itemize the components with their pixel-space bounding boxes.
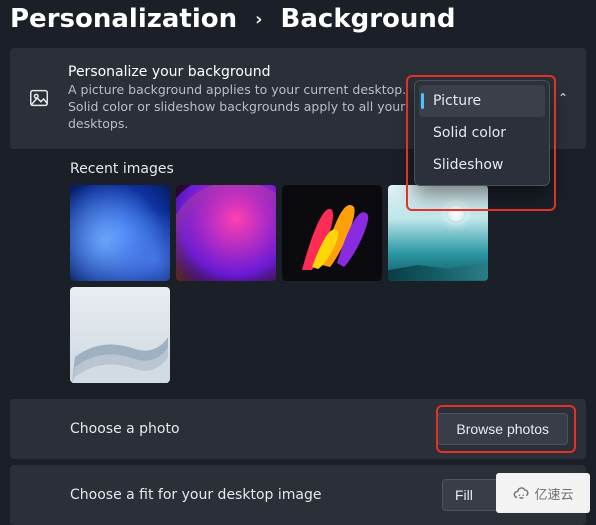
recent-images-grid <box>70 185 586 383</box>
recent-image-thumb[interactable] <box>388 185 488 281</box>
breadcrumb-parent[interactable]: Personalization <box>10 4 237 34</box>
dropdown-option-picture[interactable]: Picture <box>419 85 545 117</box>
choose-fit-label: Choose a fit for your desktop image <box>70 487 321 503</box>
recent-image-thumb[interactable] <box>70 185 170 281</box>
watermark: 亿速云 <box>496 473 590 513</box>
recent-image-thumb[interactable] <box>176 185 276 281</box>
card-description: A picture background applies to your cur… <box>68 82 418 133</box>
watermark-text: 亿速云 <box>534 484 573 503</box>
dropdown-option-slideshow[interactable]: Slideshow <box>419 149 545 181</box>
chevron-right-icon: › <box>255 9 262 30</box>
dropdown-option-solid-color[interactable]: Solid color <box>419 117 545 149</box>
picture-icon <box>28 87 50 109</box>
choose-photo-label: Choose a photo <box>70 421 180 437</box>
breadcrumb: Personalization › Background <box>0 0 596 34</box>
browse-photos-button[interactable]: Browse photos <box>437 413 568 445</box>
breadcrumb-current: Background <box>281 4 456 34</box>
chevron-up-icon[interactable]: ⌃ <box>558 91 568 105</box>
card-title: Personalize your background <box>68 64 418 80</box>
choose-photo-row: Choose a photo Browse photos <box>10 399 586 459</box>
background-type-dropdown[interactable]: Picture Solid color Slideshow <box>414 80 550 186</box>
recent-image-thumb[interactable] <box>282 185 382 281</box>
recent-image-thumb[interactable] <box>70 287 170 383</box>
cloud-icon <box>512 484 530 502</box>
